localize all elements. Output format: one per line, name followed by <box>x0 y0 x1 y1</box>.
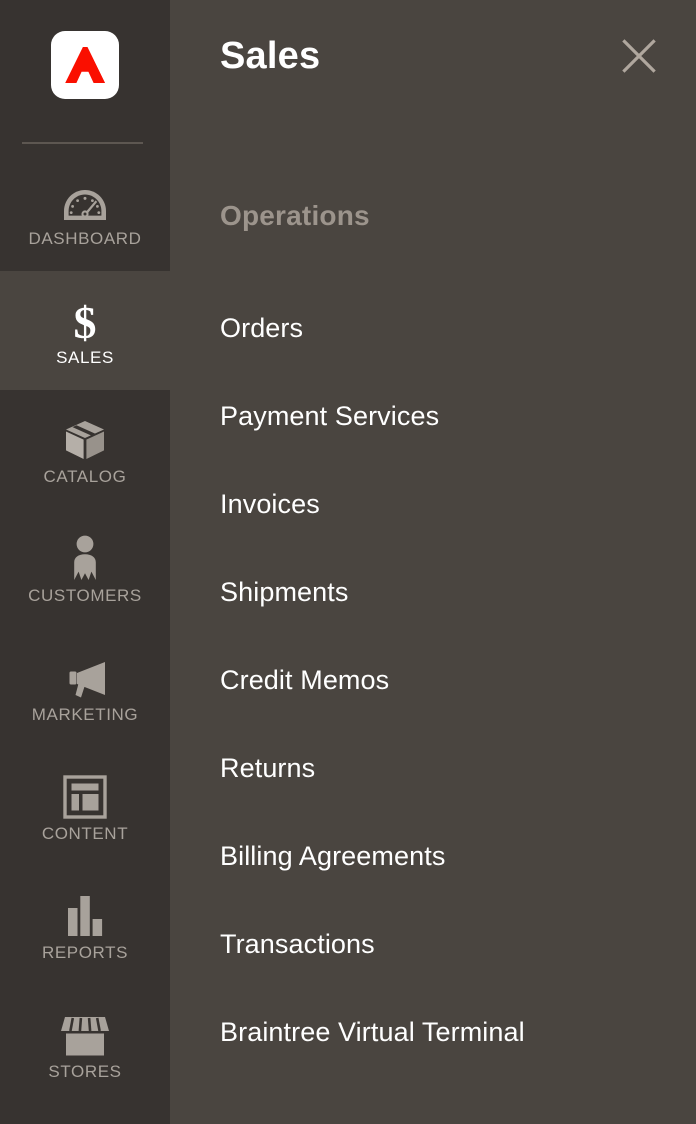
primary-nav-rail: DASHBOARD $ SALES CATALOG CUSTOMERS MARK… <box>0 0 170 1124</box>
page-title: Sales <box>220 35 321 77</box>
sidebar-item-label: CUSTOMERS <box>28 586 142 605</box>
sidebar-item-reports[interactable]: REPORTS <box>0 866 170 985</box>
menu-item-orders[interactable]: Orders <box>170 284 696 372</box>
sidebar-item-stores[interactable]: STORES <box>0 985 170 1104</box>
sidebar-item-label: CATALOG <box>43 467 127 486</box>
sidebar-item-marketing[interactable]: MARKETING <box>0 628 170 747</box>
menu-item-credit-memos[interactable]: Credit Memos <box>170 636 696 724</box>
sidebar-item-label: SALES <box>56 348 114 367</box>
dollar-sign-icon: $ <box>73 297 97 348</box>
menu-item-returns[interactable]: Returns <box>170 724 696 812</box>
sidebar-item-sales[interactable]: $ SALES <box>0 271 170 390</box>
menu-item-invoices[interactable]: Invoices <box>170 460 696 548</box>
sales-submenu-panel: Sales Operations Orders Payment Services… <box>170 0 696 1124</box>
admin-menu-overlay: DASHBOARD $ SALES CATALOG CUSTOMERS MARK… <box>0 0 696 1124</box>
menu-item-billing-agreements[interactable]: Billing Agreements <box>170 812 696 900</box>
person-icon <box>0 533 170 581</box>
sidebar-item-content[interactable]: CONTENT <box>0 747 170 866</box>
section-title-operations: Operations <box>220 200 370 231</box>
page-layout-icon <box>0 771 170 819</box>
menu-item-payment-services[interactable]: Payment Services <box>170 372 696 460</box>
menu-item-shipments[interactable]: Shipments <box>170 548 696 636</box>
close-icon <box>622 39 656 73</box>
close-button[interactable] <box>617 34 661 78</box>
menu-item-braintree-virtual-terminal[interactable]: Braintree Virtual Terminal <box>170 988 696 1076</box>
rail-divider <box>22 142 143 144</box>
bar-chart-icon <box>0 890 170 938</box>
sidebar-item-label: MARKETING <box>31 705 139 724</box>
logo-tile <box>51 31 119 99</box>
rail-item-list: DASHBOARD $ SALES CATALOG CUSTOMERS MARK… <box>0 152 170 1104</box>
sidebar-item-label: REPORTS <box>41 943 129 962</box>
adobe-logo[interactable] <box>0 0 170 130</box>
sidebar-item-label: STORES <box>48 1062 122 1081</box>
adobe-logo-icon <box>65 47 105 83</box>
sidebar-item-dashboard[interactable]: DASHBOARD <box>0 152 170 271</box>
sidebar-item-label: DASHBOARD <box>28 229 142 248</box>
sidebar-item-customers[interactable]: CUSTOMERS <box>0 509 170 628</box>
gauge-icon <box>0 176 170 224</box>
menu-item-transactions[interactable]: Transactions <box>170 900 696 988</box>
operations-menu: Orders Payment Services Invoices Shipmen… <box>170 284 696 1076</box>
sidebar-item-label: CONTENT <box>41 824 129 843</box>
sidebar-item-catalog[interactable]: CATALOG <box>0 390 170 509</box>
box-icon <box>0 414 170 462</box>
panel-header: Sales <box>170 0 696 130</box>
megaphone-icon <box>0 652 170 700</box>
storefront-icon <box>0 1009 170 1057</box>
